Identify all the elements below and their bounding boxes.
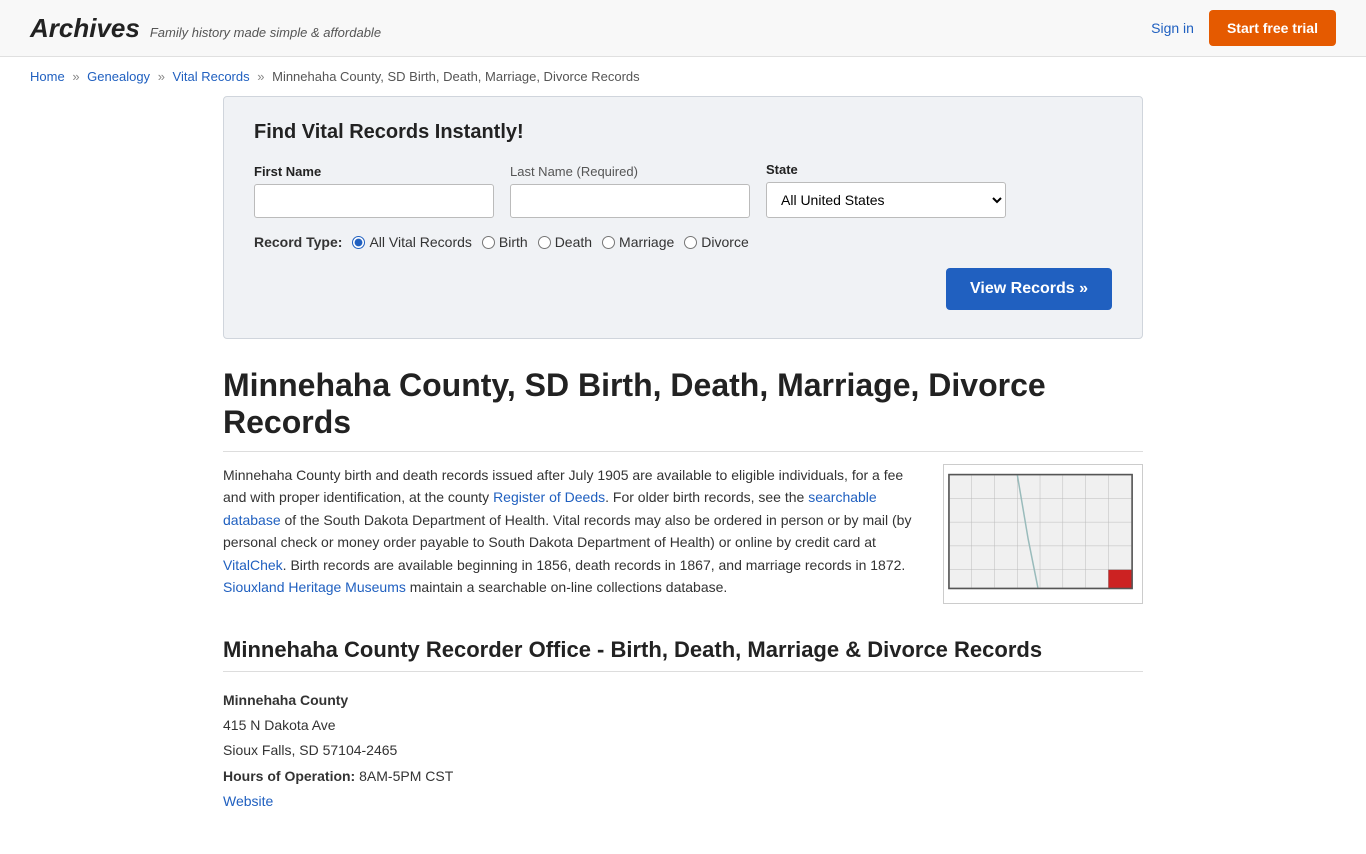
hours-label: Hours of Operation: bbox=[223, 768, 355, 784]
sign-in-link[interactable]: Sign in bbox=[1151, 20, 1194, 36]
office-address1: 415 N Dakota Ave bbox=[223, 713, 1143, 738]
state-label: State bbox=[766, 162, 1006, 177]
start-trial-button[interactable]: Start free trial bbox=[1209, 10, 1336, 46]
website-link[interactable]: Website bbox=[223, 793, 273, 809]
radio-divorce[interactable]: Divorce bbox=[684, 234, 748, 250]
record-type-row: Record Type: All Vital Records Birth Dea… bbox=[254, 234, 1112, 250]
register-of-deeds-link[interactable]: Register of Deeds bbox=[493, 489, 605, 505]
radio-birth-input[interactable] bbox=[482, 236, 495, 249]
radio-death[interactable]: Death bbox=[538, 234, 592, 250]
breadcrumb-genealogy[interactable]: Genealogy bbox=[87, 69, 150, 84]
hours-value: 8AM-5PM CST bbox=[359, 768, 453, 784]
radio-death-label: Death bbox=[555, 234, 592, 250]
radio-marriage-input[interactable] bbox=[602, 236, 615, 249]
page-title: Minnehaha County, SD Birth, Death, Marri… bbox=[223, 367, 1143, 452]
search-box: Find Vital Records Instantly! First Name… bbox=[223, 96, 1143, 339]
recorder-section: Minnehaha County Recorder Office - Birth… bbox=[223, 637, 1143, 814]
record-type-label: Record Type: bbox=[254, 234, 342, 250]
recorder-title: Minnehaha County Recorder Office - Birth… bbox=[223, 637, 1143, 672]
office-name: Minnehaha County bbox=[223, 688, 1143, 713]
search-actions: View Records » bbox=[254, 268, 1112, 310]
content-section: Minnehaha County birth and death records… bbox=[223, 464, 1143, 607]
radio-all-vital-input[interactable] bbox=[352, 236, 365, 249]
radio-birth-label: Birth bbox=[499, 234, 528, 250]
state-group: State All United States AlabamaAlaskaAri… bbox=[766, 162, 1006, 218]
radio-divorce-input[interactable] bbox=[684, 236, 697, 249]
vitalchek-link[interactable]: VitalChek bbox=[223, 557, 283, 573]
radio-all-vital[interactable]: All Vital Records bbox=[352, 234, 471, 250]
breadcrumb-sep-3: » bbox=[257, 69, 264, 84]
sd-map bbox=[943, 464, 1143, 604]
radio-divorce-label: Divorce bbox=[701, 234, 748, 250]
breadcrumb-home[interactable]: Home bbox=[30, 69, 65, 84]
radio-marriage[interactable]: Marriage bbox=[602, 234, 674, 250]
office-hours: Hours of Operation: 8AM-5PM CST bbox=[223, 764, 1143, 789]
first-name-label: First Name bbox=[254, 164, 494, 179]
last-name-group: Last Name (Required) bbox=[510, 164, 750, 218]
last-name-label: Last Name (Required) bbox=[510, 164, 750, 179]
site-tagline: Family history made simple & affordable bbox=[150, 25, 381, 40]
view-records-button[interactable]: View Records » bbox=[946, 268, 1112, 310]
first-name-group: First Name bbox=[254, 164, 494, 218]
radio-all-vital-label: All Vital Records bbox=[369, 234, 471, 250]
breadcrumb: Home » Genealogy » Vital Records » Minne… bbox=[0, 57, 1366, 96]
search-title: Find Vital Records Instantly! bbox=[254, 121, 1112, 144]
office-website: Website bbox=[223, 789, 1143, 814]
search-fields: First Name Last Name (Required) State Al… bbox=[254, 162, 1112, 218]
map-container bbox=[943, 464, 1143, 607]
site-logo: Archives bbox=[30, 13, 140, 44]
last-name-input[interactable] bbox=[510, 184, 750, 218]
main-content: Find Vital Records Instantly! First Name… bbox=[203, 96, 1163, 854]
content-text: Minnehaha County birth and death records… bbox=[223, 464, 923, 607]
first-name-input[interactable] bbox=[254, 184, 494, 218]
office-address2: Sioux Falls, SD 57104-2465 bbox=[223, 738, 1143, 763]
breadcrumb-vital-records[interactable]: Vital Records bbox=[173, 69, 250, 84]
radio-marriage-label: Marriage bbox=[619, 234, 674, 250]
state-select[interactable]: All United States AlabamaAlaskaArizona A… bbox=[766, 182, 1006, 218]
breadcrumb-current: Minnehaha County, SD Birth, Death, Marri… bbox=[272, 69, 640, 84]
siouxland-museums-link[interactable]: Siouxland Heritage Museums bbox=[223, 579, 406, 595]
header-left: Archives Family history made simple & af… bbox=[30, 13, 381, 44]
header: Archives Family history made simple & af… bbox=[0, 0, 1366, 57]
breadcrumb-sep-1: » bbox=[72, 69, 79, 84]
content-paragraph: Minnehaha County birth and death records… bbox=[223, 464, 923, 598]
radio-birth[interactable]: Birth bbox=[482, 234, 528, 250]
radio-death-input[interactable] bbox=[538, 236, 551, 249]
header-right: Sign in Start free trial bbox=[1151, 10, 1336, 46]
office-info: Minnehaha County 415 N Dakota Ave Sioux … bbox=[223, 688, 1143, 814]
breadcrumb-sep-2: » bbox=[158, 69, 165, 84]
